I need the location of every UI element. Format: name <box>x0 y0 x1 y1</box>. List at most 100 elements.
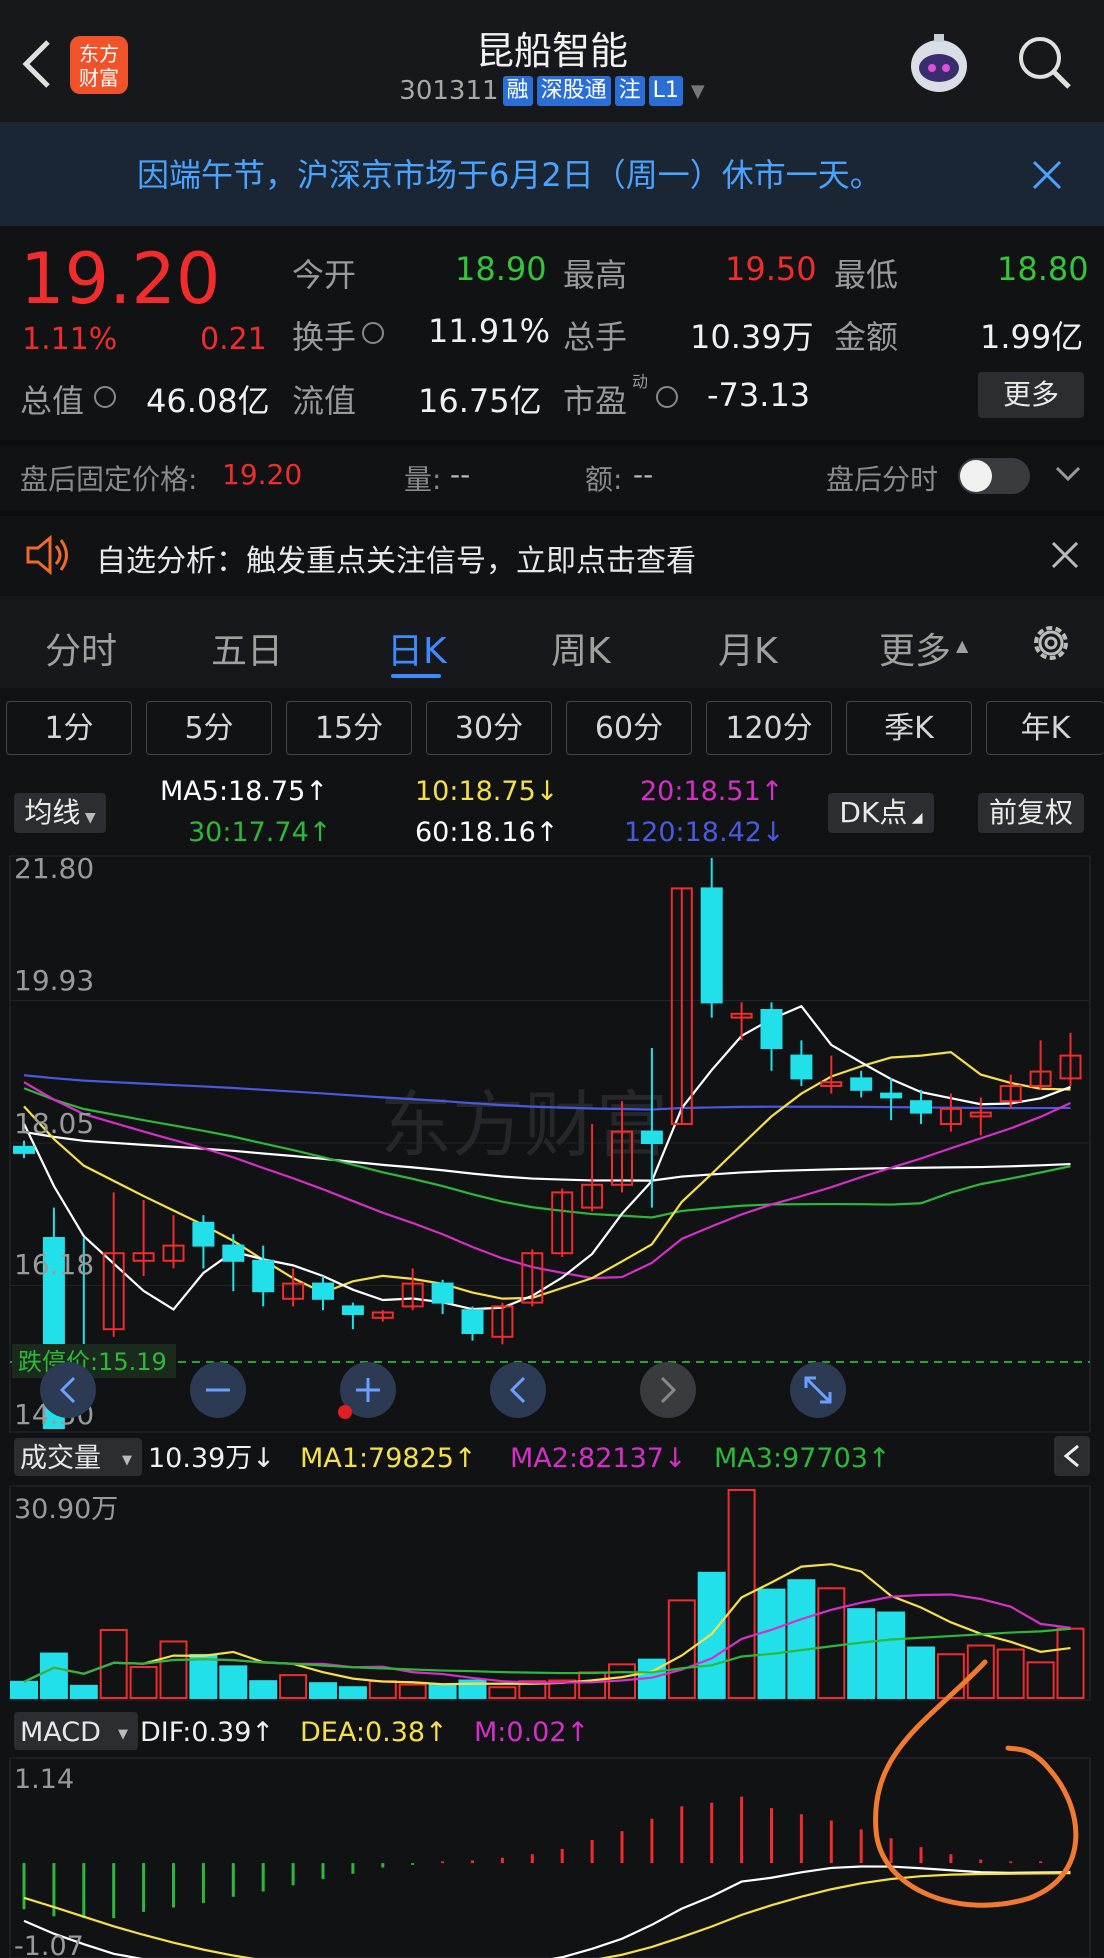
volume-bar <box>249 1680 278 1699</box>
turnover-value: 11.91% <box>428 312 551 350</box>
chevron-down-icon: ▼ <box>118 1727 128 1742</box>
candle-body <box>880 1092 903 1099</box>
y-label-3: 18.05 <box>14 1107 94 1140</box>
period-quarter-k[interactable]: 季K <box>846 701 972 755</box>
tab-five-day[interactable]: 五日 <box>211 622 283 674</box>
period-15min[interactable]: 15分 <box>286 701 412 755</box>
chevron-down-icon[interactable]: ▼ <box>691 81 705 102</box>
macd-y-top: 1.14 <box>14 1764 74 1795</box>
pe-label: 市盈 <box>563 382 628 420</box>
volume-bar <box>398 1683 427 1700</box>
next-button[interactable] <box>640 1362 696 1418</box>
candle-body <box>252 1259 275 1293</box>
macd-dif: DIF:0.39↑ <box>140 1717 274 1748</box>
open-label: 今开 <box>292 256 357 294</box>
tag-attention: 注 <box>614 76 645 106</box>
volume-bar <box>10 1680 38 1700</box>
mktcap-value: 46.08亿 <box>146 382 270 420</box>
more-button[interactable]: 更多 <box>978 372 1084 418</box>
after-hours-price: 19.20 <box>222 458 303 491</box>
y-label-2: 19.93 <box>14 964 94 997</box>
info-icon[interactable] <box>656 386 678 408</box>
volume-bar <box>39 1652 68 1699</box>
volume-bar <box>817 1587 846 1699</box>
info-icon[interactable] <box>362 322 384 344</box>
candle-body <box>640 1130 663 1145</box>
macd-y-bottom: -1.07 <box>14 1931 84 1958</box>
tab-more[interactable]: 更多 <box>879 622 951 674</box>
candle-body <box>910 1100 932 1114</box>
tab-active-indicator <box>391 674 441 678</box>
watermark: 东方财富 <box>380 1083 668 1167</box>
volume-bar <box>129 1666 158 1699</box>
after-hours-volume: -- <box>450 458 471 491</box>
period-120min[interactable]: 120分 <box>706 701 832 755</box>
candle-body <box>431 1282 454 1304</box>
y-label-top: 21.80 <box>14 852 94 885</box>
period-30min[interactable]: 30分 <box>426 701 552 755</box>
fullscreen-button[interactable] <box>790 1362 846 1418</box>
change-value: 0.21 <box>200 322 267 357</box>
candle-body <box>341 1305 364 1315</box>
ma-selector[interactable]: 均线 ▼ <box>14 793 106 833</box>
macd-dea: DEA:0.38↑ <box>300 1717 448 1748</box>
period-60min[interactable]: 60分 <box>566 701 692 755</box>
volume-bar <box>877 1611 906 1700</box>
ma10-value: 10:18.75↓ <box>415 776 559 807</box>
scroll-left-button[interactable] <box>40 1362 96 1418</box>
volume-bar <box>787 1579 816 1699</box>
volume-bar <box>1056 1627 1085 1700</box>
period-5min[interactable]: 5分 <box>146 701 272 755</box>
ma5-value: MA5:18.75↑ <box>160 776 328 807</box>
holiday-banner-text: 因端午节，沪深京市场于6月2日（周一）休市一天。 <box>137 156 882 194</box>
period-year-k[interactable]: 年K <box>986 701 1104 755</box>
period-1min[interactable]: 1分 <box>6 701 132 755</box>
robot-assistant-icon[interactable] <box>904 28 974 98</box>
close-icon[interactable] <box>1050 540 1080 574</box>
after-hours-toggle[interactable] <box>958 458 1030 494</box>
previous-button[interactable] <box>490 1362 546 1418</box>
volume-y-label: 30.90万 <box>14 1494 118 1525</box>
close-icon[interactable] <box>1030 158 1064 196</box>
candle-body <box>760 1009 783 1049</box>
chevron-down-icon[interactable] <box>1054 464 1082 488</box>
high-label: 最高 <box>563 256 628 294</box>
tab-daily-k[interactable]: 日K <box>387 622 447 674</box>
after-hours-volume-label: 量: <box>404 463 442 496</box>
zoom-out-button[interactable] <box>190 1362 246 1418</box>
info-icon[interactable] <box>94 386 116 408</box>
open-value: 18.90 <box>455 250 547 288</box>
ma30-value: 30:17.74↑ <box>188 817 332 848</box>
kline-chart[interactable]: 东方财富 21.80 19.93 18.05 16.18 14.30 跌停价:1… <box>0 850 1104 1958</box>
candle-body <box>192 1221 215 1247</box>
volume-bar <box>907 1646 935 1700</box>
volume-selector-label: 成交量 <box>20 1443 101 1474</box>
collapse-panel-button[interactable] <box>1054 1436 1090 1476</box>
adjust-button[interactable]: 前复权 <box>978 793 1084 833</box>
high-value: 19.50 <box>725 250 817 288</box>
volume-bar <box>936 1653 965 1700</box>
dk-point-button[interactable]: DK点 ◢ <box>828 793 934 833</box>
volume-bar <box>219 1665 248 1700</box>
after-hours-label: 盘后固定价格: <box>20 463 198 496</box>
last-price: 19.20 <box>20 238 221 320</box>
volume-bar <box>189 1653 218 1699</box>
ma20-value: 20:18.51↑ <box>640 776 784 807</box>
volume-bar <box>488 1686 517 1700</box>
y-label-4: 16.18 <box>14 1248 94 1281</box>
alert-text[interactable]: 自选分析：触发重点关注信号，立即点击查看 <box>96 536 696 580</box>
tab-monthly-k[interactable]: 月K <box>718 622 778 674</box>
macd-m: M:0.02↑ <box>474 1717 589 1748</box>
amount-label: 金额 <box>834 318 899 356</box>
limit-down-label: 跌停价:15.19 <box>18 1348 167 1376</box>
gear-icon[interactable] <box>1028 620 1074 670</box>
volume-bar <box>159 1640 188 1699</box>
tab-intraday[interactable]: 分时 <box>45 622 117 674</box>
volume-value: 10.39万 <box>690 318 814 356</box>
after-hours-amount-label: 额: <box>585 463 623 496</box>
volume-bar <box>697 1571 726 1700</box>
pe-dynamic-mark: 动 <box>632 372 649 391</box>
low-label: 最低 <box>834 256 899 294</box>
search-icon[interactable] <box>1014 32 1074 96</box>
tab-weekly-k[interactable]: 周K <box>551 622 611 674</box>
